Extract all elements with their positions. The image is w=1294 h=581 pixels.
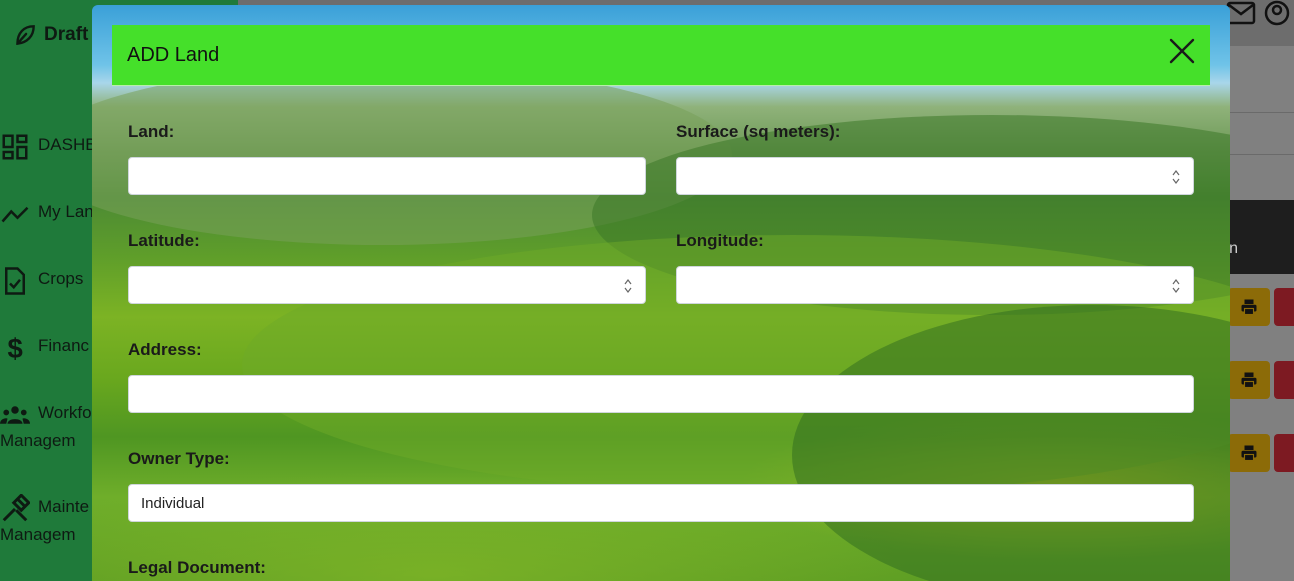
modal-header: ADD Land	[112, 25, 1210, 86]
number-spinner-icon[interactable]	[1171, 168, 1181, 186]
address-input[interactable]	[128, 375, 1194, 413]
address-label: Address:	[128, 340, 202, 359]
sidebar-item-maintenance-line2[interactable]: Managem	[0, 522, 76, 548]
print-button[interactable]	[1228, 434, 1270, 472]
delete-button[interactable]	[1274, 288, 1294, 326]
surface-label: Surface (sq meters):	[676, 122, 841, 141]
sidebar-item-finance[interactable]: $ Financ	[0, 333, 90, 363]
sidebar-item-workforce[interactable]: Workfo	[0, 400, 92, 430]
dashboard-icon	[2, 134, 28, 160]
sidebar-item-label: Financ	[38, 336, 90, 355]
longitude-input[interactable]	[676, 266, 1194, 304]
users-icon	[0, 406, 30, 424]
user-icon[interactable]	[1264, 0, 1290, 26]
chart-line-icon	[1, 206, 29, 223]
sidebar-item-label: Workfo	[38, 403, 92, 422]
sidebar-item-my-land[interactable]: My Lan	[0, 199, 94, 229]
delete-button[interactable]	[1274, 361, 1294, 399]
longitude-label: Longitude:	[676, 231, 764, 250]
table-row-actions	[1228, 288, 1294, 326]
sidebar-item-label: Mainte	[38, 497, 90, 516]
printer-icon	[1241, 299, 1257, 316]
owner-type-select[interactable]: Individual	[128, 484, 1194, 522]
print-button[interactable]	[1228, 361, 1270, 399]
top-bar-icons	[1222, 0, 1294, 26]
sidebar-item-label: Managem	[0, 431, 76, 450]
close-icon[interactable]	[1168, 37, 1196, 65]
add-land-modal: ADD Land Land: Surface (sq meters): Lati…	[92, 5, 1230, 581]
print-button[interactable]	[1228, 288, 1270, 326]
sidebar-item-label: Crops	[38, 269, 84, 288]
leaf-icon	[16, 25, 35, 45]
svg-text:$: $	[8, 333, 23, 363]
land-input[interactable]	[128, 157, 646, 195]
surface-input[interactable]	[676, 157, 1194, 195]
number-spinner-icon[interactable]	[1171, 277, 1181, 295]
sidebar-item-workforce-line2[interactable]: Managem	[0, 428, 76, 454]
sidebar-item-dashboard[interactable]: DASHB	[0, 132, 97, 162]
file-check-icon	[5, 267, 25, 295]
brand[interactable]: Draft	[12, 22, 88, 48]
legal-document-label: Legal Document:	[128, 558, 266, 577]
owner-type-label: Owner Type:	[128, 449, 230, 468]
delete-button[interactable]	[1274, 434, 1294, 472]
sidebar-item-label: Managem	[0, 525, 76, 544]
table-header-cell: n	[1229, 240, 1238, 257]
latitude-label: Latitude:	[128, 231, 200, 250]
printer-icon	[1241, 372, 1257, 389]
sidebar-item-label: My Lan	[38, 202, 94, 221]
table-row-actions	[1228, 434, 1294, 472]
number-spinner-icon[interactable]	[623, 277, 633, 295]
tools-icon	[2, 494, 30, 522]
printer-icon	[1241, 445, 1257, 462]
brand-name: Draft	[44, 24, 89, 45]
dollar-icon: $	[8, 333, 23, 363]
table-row-actions	[1228, 361, 1294, 399]
modal-title: ADD Land	[127, 44, 220, 66]
land-label: Land:	[128, 122, 175, 141]
sidebar-item-crops[interactable]: Crops	[0, 266, 83, 296]
latitude-input[interactable]	[128, 266, 646, 304]
sidebar-item-label: DASHB	[38, 135, 97, 154]
sidebar-item-maintenance[interactable]: Mainte	[0, 494, 89, 524]
mail-icon[interactable]	[1226, 0, 1256, 26]
